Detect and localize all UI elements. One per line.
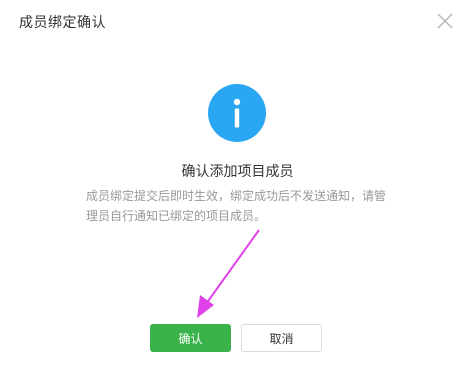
member-binding-dialog: 成员绑定确认 确认添加项目成员 成员绑定提交后即时生效，绑定成功后不发送通知，请… <box>0 0 475 366</box>
close-icon[interactable] <box>437 13 453 29</box>
cancel-button[interactable]: 取消 <box>241 324 322 352</box>
annotation-arrow-icon <box>197 229 260 318</box>
dialog-title: 成员绑定确认 <box>19 15 106 31</box>
description-text: 成员绑定提交后即时生效，绑定成功后不发送通知，请管理员自行通知已绑定的项目成员。 <box>86 189 387 223</box>
info-icon <box>208 84 266 142</box>
confirm-button[interactable]: 确认 <box>150 324 231 352</box>
confirm-heading: 确认添加项目成员 <box>181 164 294 180</box>
